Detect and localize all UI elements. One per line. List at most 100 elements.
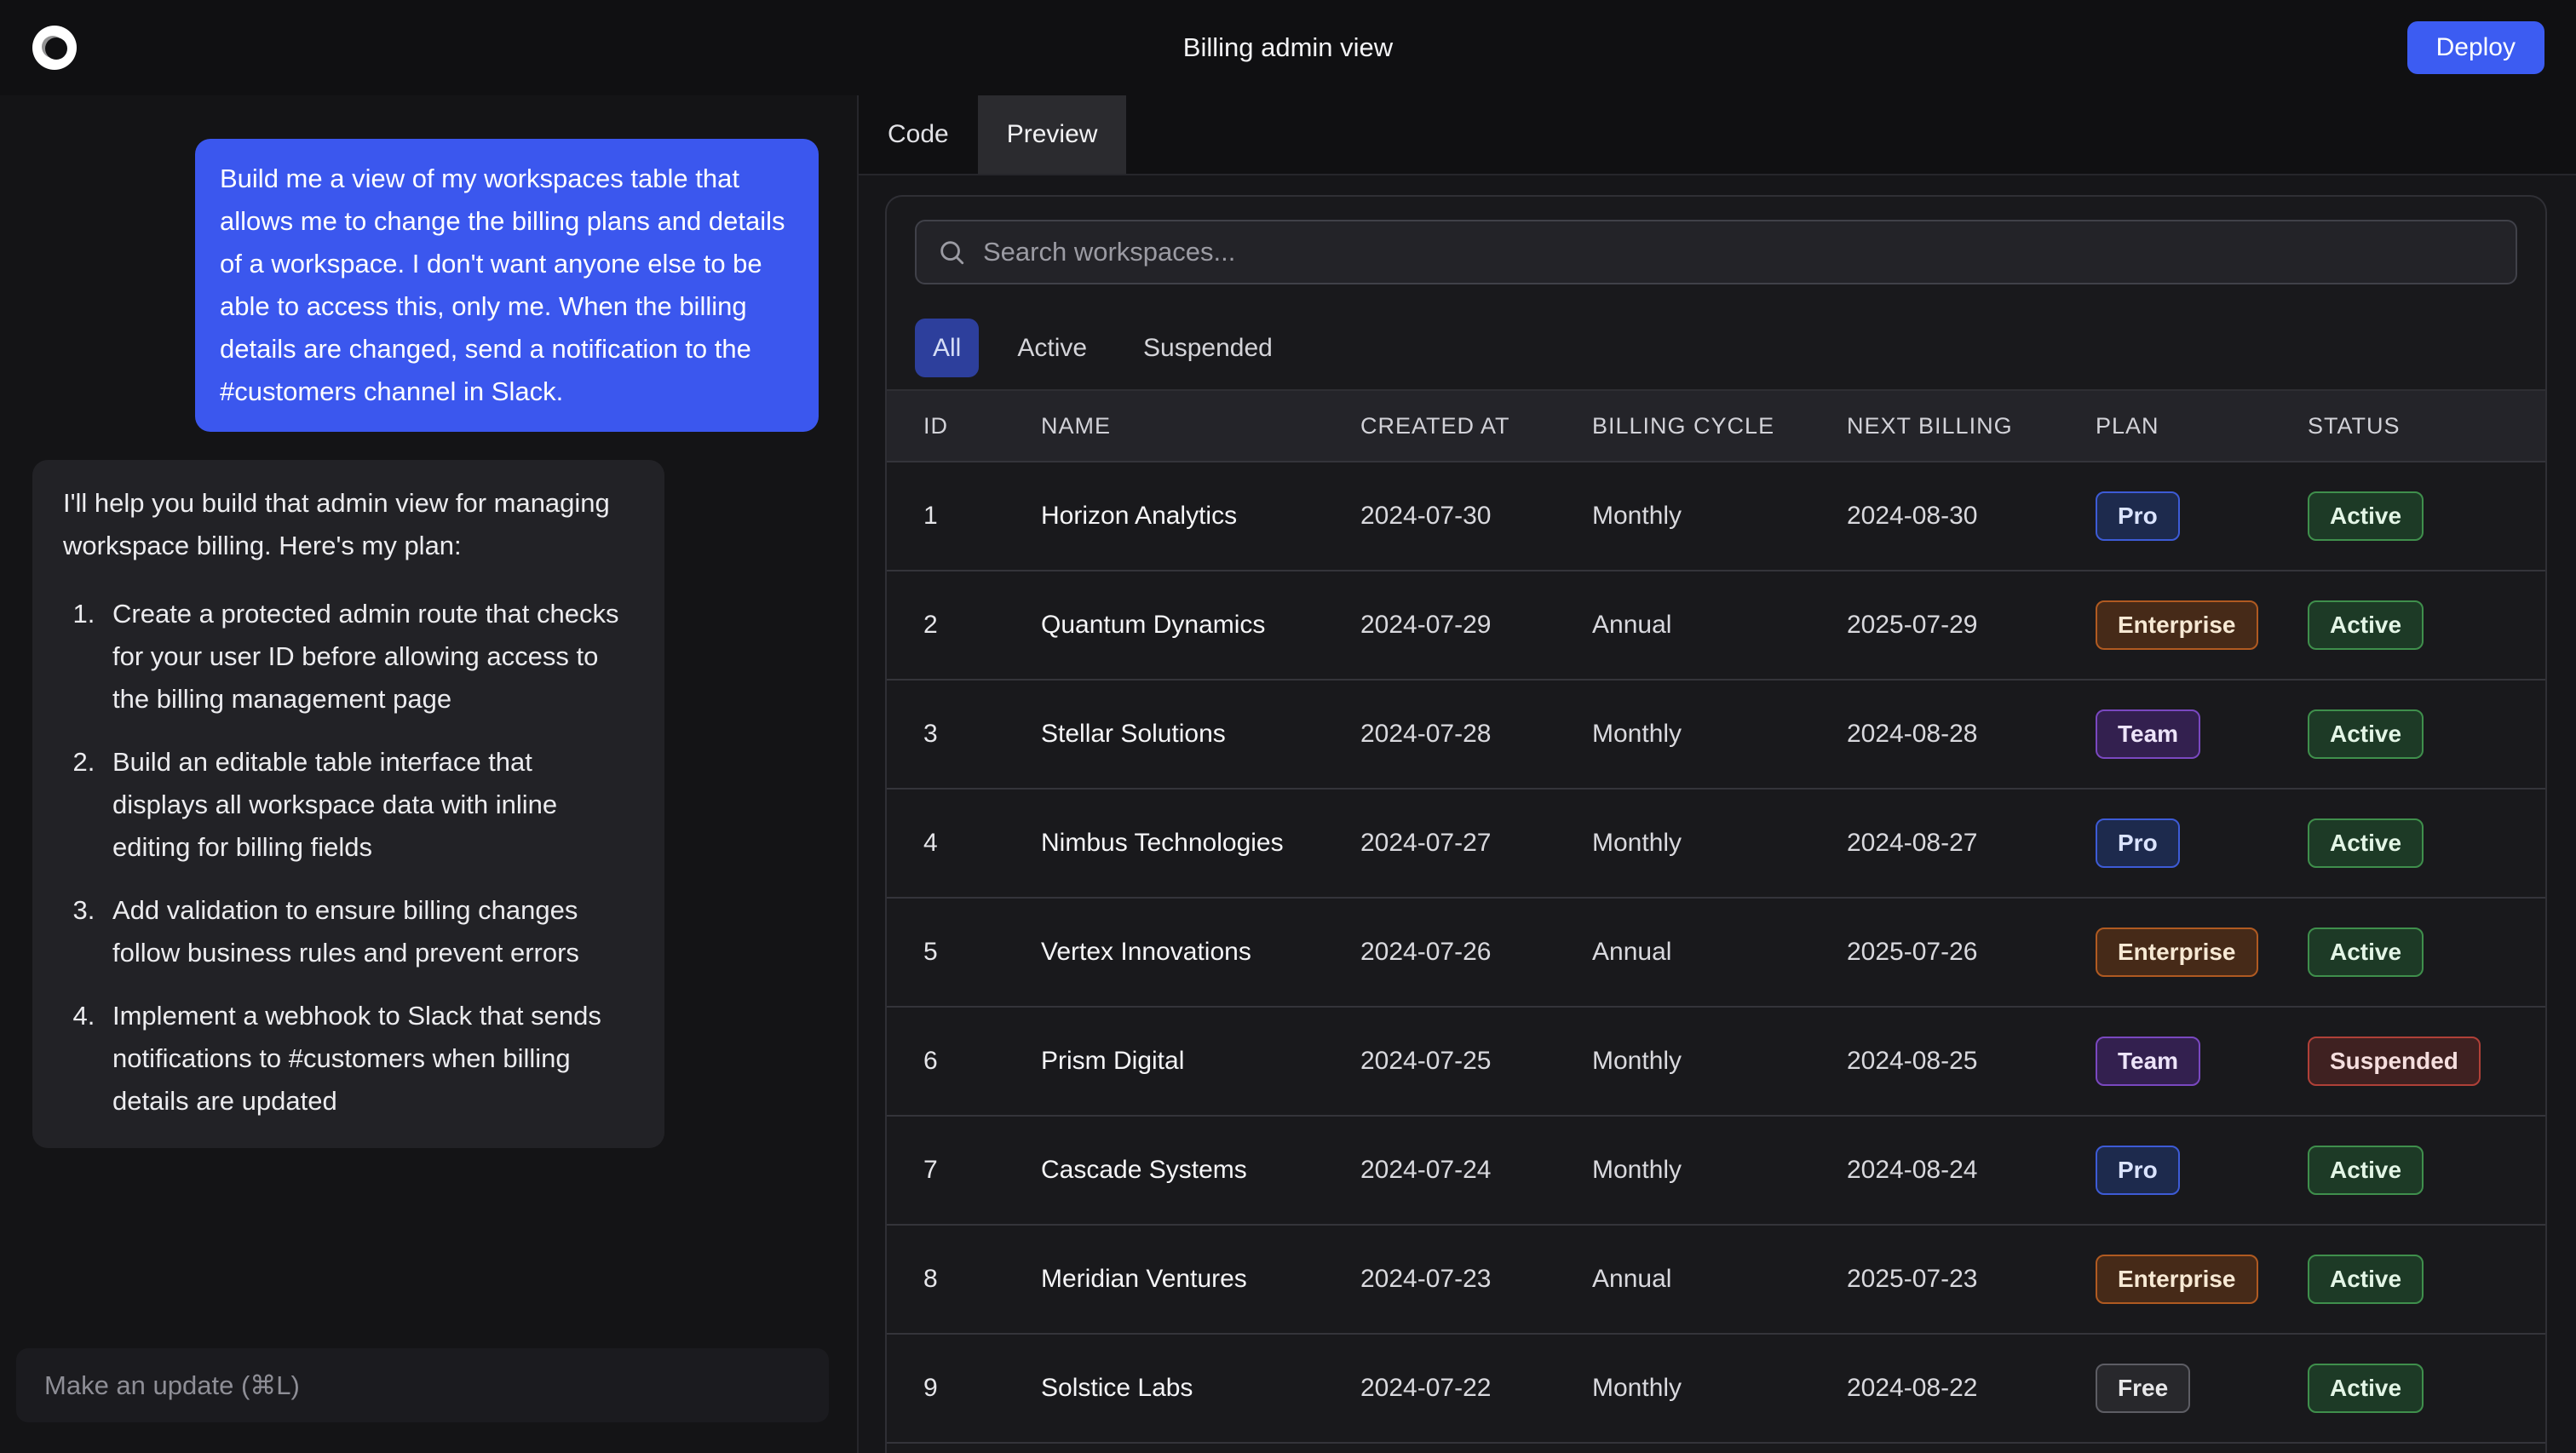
cell-id: 8 bbox=[923, 1265, 1041, 1294]
cell-created-at: 2024-07-27 bbox=[1360, 829, 1592, 858]
column-header: PLAN bbox=[2096, 413, 2308, 439]
search-input[interactable] bbox=[981, 236, 2495, 268]
cell-billing-cycle: Monthly bbox=[1592, 1047, 1847, 1076]
cell-id: 3 bbox=[923, 720, 1041, 749]
user-message: Build me a view of my workspaces table t… bbox=[195, 139, 819, 432]
plan-badge[interactable]: Pro bbox=[2096, 491, 2180, 541]
cell-created-at: 2024-07-24 bbox=[1360, 1156, 1592, 1185]
cell-billing-cycle: Monthly bbox=[1592, 502, 1847, 531]
plan-badge[interactable]: Pro bbox=[2096, 818, 2180, 868]
cell-next-billing: 2025-07-26 bbox=[1847, 938, 2096, 967]
cell-billing-cycle: Monthly bbox=[1592, 829, 1847, 858]
cell-next-billing: 2024-08-25 bbox=[1847, 1047, 2096, 1076]
deploy-button[interactable]: Deploy bbox=[2407, 21, 2544, 74]
cell-plan: Enterprise bbox=[2096, 600, 2308, 650]
table-row: 4Nimbus Technologies2024-07-27Monthly202… bbox=[887, 788, 2545, 897]
plan-badge[interactable]: Enterprise bbox=[2096, 1255, 2258, 1304]
tab-code[interactable]: Code bbox=[859, 95, 978, 174]
cell-plan: Pro bbox=[2096, 818, 2308, 868]
cell-billing-cycle: Annual bbox=[1592, 611, 1847, 640]
cell-name: Quantum Dynamics bbox=[1041, 611, 1360, 640]
preview-panel: Code Preview All Active Suspe bbox=[859, 95, 2576, 1453]
search-box[interactable] bbox=[915, 220, 2517, 284]
filter-active[interactable]: Active bbox=[999, 319, 1105, 377]
cell-plan: Enterprise bbox=[2096, 928, 2308, 977]
cell-name: Stellar Solutions bbox=[1041, 720, 1360, 749]
assistant-plan-list: Create a protected admin route that chec… bbox=[63, 593, 634, 1123]
cell-billing-cycle: Monthly bbox=[1592, 1374, 1847, 1403]
plan-badge[interactable]: Enterprise bbox=[2096, 600, 2258, 650]
cell-status: Active bbox=[2308, 600, 2545, 650]
cell-status: Active bbox=[2308, 491, 2545, 541]
table-row: 3Stellar Solutions2024-07-28Monthly2024-… bbox=[887, 679, 2545, 788]
filter-all[interactable]: All bbox=[915, 319, 979, 377]
cell-created-at: 2024-07-25 bbox=[1360, 1047, 1592, 1076]
status-badge[interactable]: Suspended bbox=[2308, 1037, 2481, 1086]
chat-panel: Build me a view of my workspaces table t… bbox=[0, 95, 859, 1453]
cell-plan: Pro bbox=[2096, 1146, 2308, 1195]
cell-next-billing: 2024-08-22 bbox=[1847, 1374, 2096, 1403]
cell-name: Prism Digital bbox=[1041, 1047, 1360, 1076]
cell-id: 7 bbox=[923, 1156, 1041, 1185]
filter-suspended[interactable]: Suspended bbox=[1125, 319, 1291, 377]
chat-input-field[interactable] bbox=[43, 1370, 802, 1402]
cell-status: Active bbox=[2308, 1255, 2545, 1304]
chat-input-bar[interactable] bbox=[16, 1348, 829, 1422]
cell-status: Active bbox=[2308, 818, 2545, 868]
cell-created-at: 2024-07-28 bbox=[1360, 720, 1592, 749]
table-row: 7Cascade Systems2024-07-24Monthly2024-08… bbox=[887, 1115, 2545, 1224]
status-badge[interactable]: Active bbox=[2308, 928, 2424, 977]
table-row: 5Vertex Innovations2024-07-26Annual2025-… bbox=[887, 897, 2545, 1006]
cell-name: Nimbus Technologies bbox=[1041, 829, 1360, 858]
plan-badge[interactable]: Enterprise bbox=[2096, 928, 2258, 977]
cell-name: Vertex Innovations bbox=[1041, 938, 1360, 967]
search-row bbox=[887, 197, 2545, 284]
cell-status: Active bbox=[2308, 709, 2545, 759]
cell-status: Active bbox=[2308, 1364, 2545, 1413]
page-title: Billing admin view bbox=[0, 32, 2576, 63]
status-badge[interactable]: Active bbox=[2308, 491, 2424, 541]
cell-next-billing: 2024-08-24 bbox=[1847, 1156, 2096, 1185]
cell-id: 5 bbox=[923, 938, 1041, 967]
status-badge[interactable]: Active bbox=[2308, 1255, 2424, 1304]
assistant-intro: I'll help you build that admin view for … bbox=[63, 482, 634, 567]
search-icon bbox=[937, 238, 966, 267]
cell-next-billing: 2025-07-29 bbox=[1847, 611, 2096, 640]
assistant-message: I'll help you build that admin view for … bbox=[32, 460, 664, 1148]
status-badge[interactable]: Active bbox=[2308, 1364, 2424, 1413]
cell-created-at: 2024-07-22 bbox=[1360, 1374, 1592, 1403]
column-header: BILLING CYCLE bbox=[1592, 413, 1847, 439]
main-split: Build me a view of my workspaces table t… bbox=[0, 95, 2576, 1453]
cell-name: Meridian Ventures bbox=[1041, 1265, 1360, 1294]
cell-created-at: 2024-07-29 bbox=[1360, 611, 1592, 640]
cell-id: 6 bbox=[923, 1047, 1041, 1076]
column-header: ID bbox=[923, 413, 1041, 439]
cell-next-billing: 2024-08-27 bbox=[1847, 829, 2096, 858]
plan-badge[interactable]: Free bbox=[2096, 1364, 2190, 1413]
status-badge[interactable]: Active bbox=[2308, 1146, 2424, 1195]
cell-status: Suspended bbox=[2308, 1037, 2545, 1086]
column-header: CREATED AT bbox=[1360, 413, 1592, 439]
cell-created-at: 2024-07-23 bbox=[1360, 1265, 1592, 1294]
plan-step: Implement a webhook to Slack that sends … bbox=[102, 995, 634, 1123]
cell-billing-cycle: Annual bbox=[1592, 1265, 1847, 1294]
tab-preview[interactable]: Preview bbox=[978, 95, 1127, 174]
status-badge[interactable]: Active bbox=[2308, 709, 2424, 759]
cell-name: Solstice Labs bbox=[1041, 1374, 1360, 1403]
table-row: 1Horizon Analytics2024-07-30Monthly2024-… bbox=[887, 461, 2545, 570]
status-badge[interactable]: Active bbox=[2308, 600, 2424, 650]
plan-badge[interactable]: Team bbox=[2096, 709, 2200, 759]
table-row: 9Solstice Labs2024-07-22Monthly2024-08-2… bbox=[887, 1333, 2545, 1442]
cell-plan: Team bbox=[2096, 1037, 2308, 1086]
cell-id: 4 bbox=[923, 829, 1041, 858]
status-badge[interactable]: Active bbox=[2308, 818, 2424, 868]
cell-created-at: 2024-07-30 bbox=[1360, 502, 1592, 531]
cell-id: 9 bbox=[923, 1374, 1041, 1403]
cell-plan: Free bbox=[2096, 1364, 2308, 1413]
plan-badge[interactable]: Team bbox=[2096, 1037, 2200, 1086]
cell-plan: Team bbox=[2096, 709, 2308, 759]
cell-status: Active bbox=[2308, 928, 2545, 977]
cell-plan: Pro bbox=[2096, 491, 2308, 541]
cell-billing-cycle: Monthly bbox=[1592, 1156, 1847, 1185]
plan-badge[interactable]: Pro bbox=[2096, 1146, 2180, 1195]
